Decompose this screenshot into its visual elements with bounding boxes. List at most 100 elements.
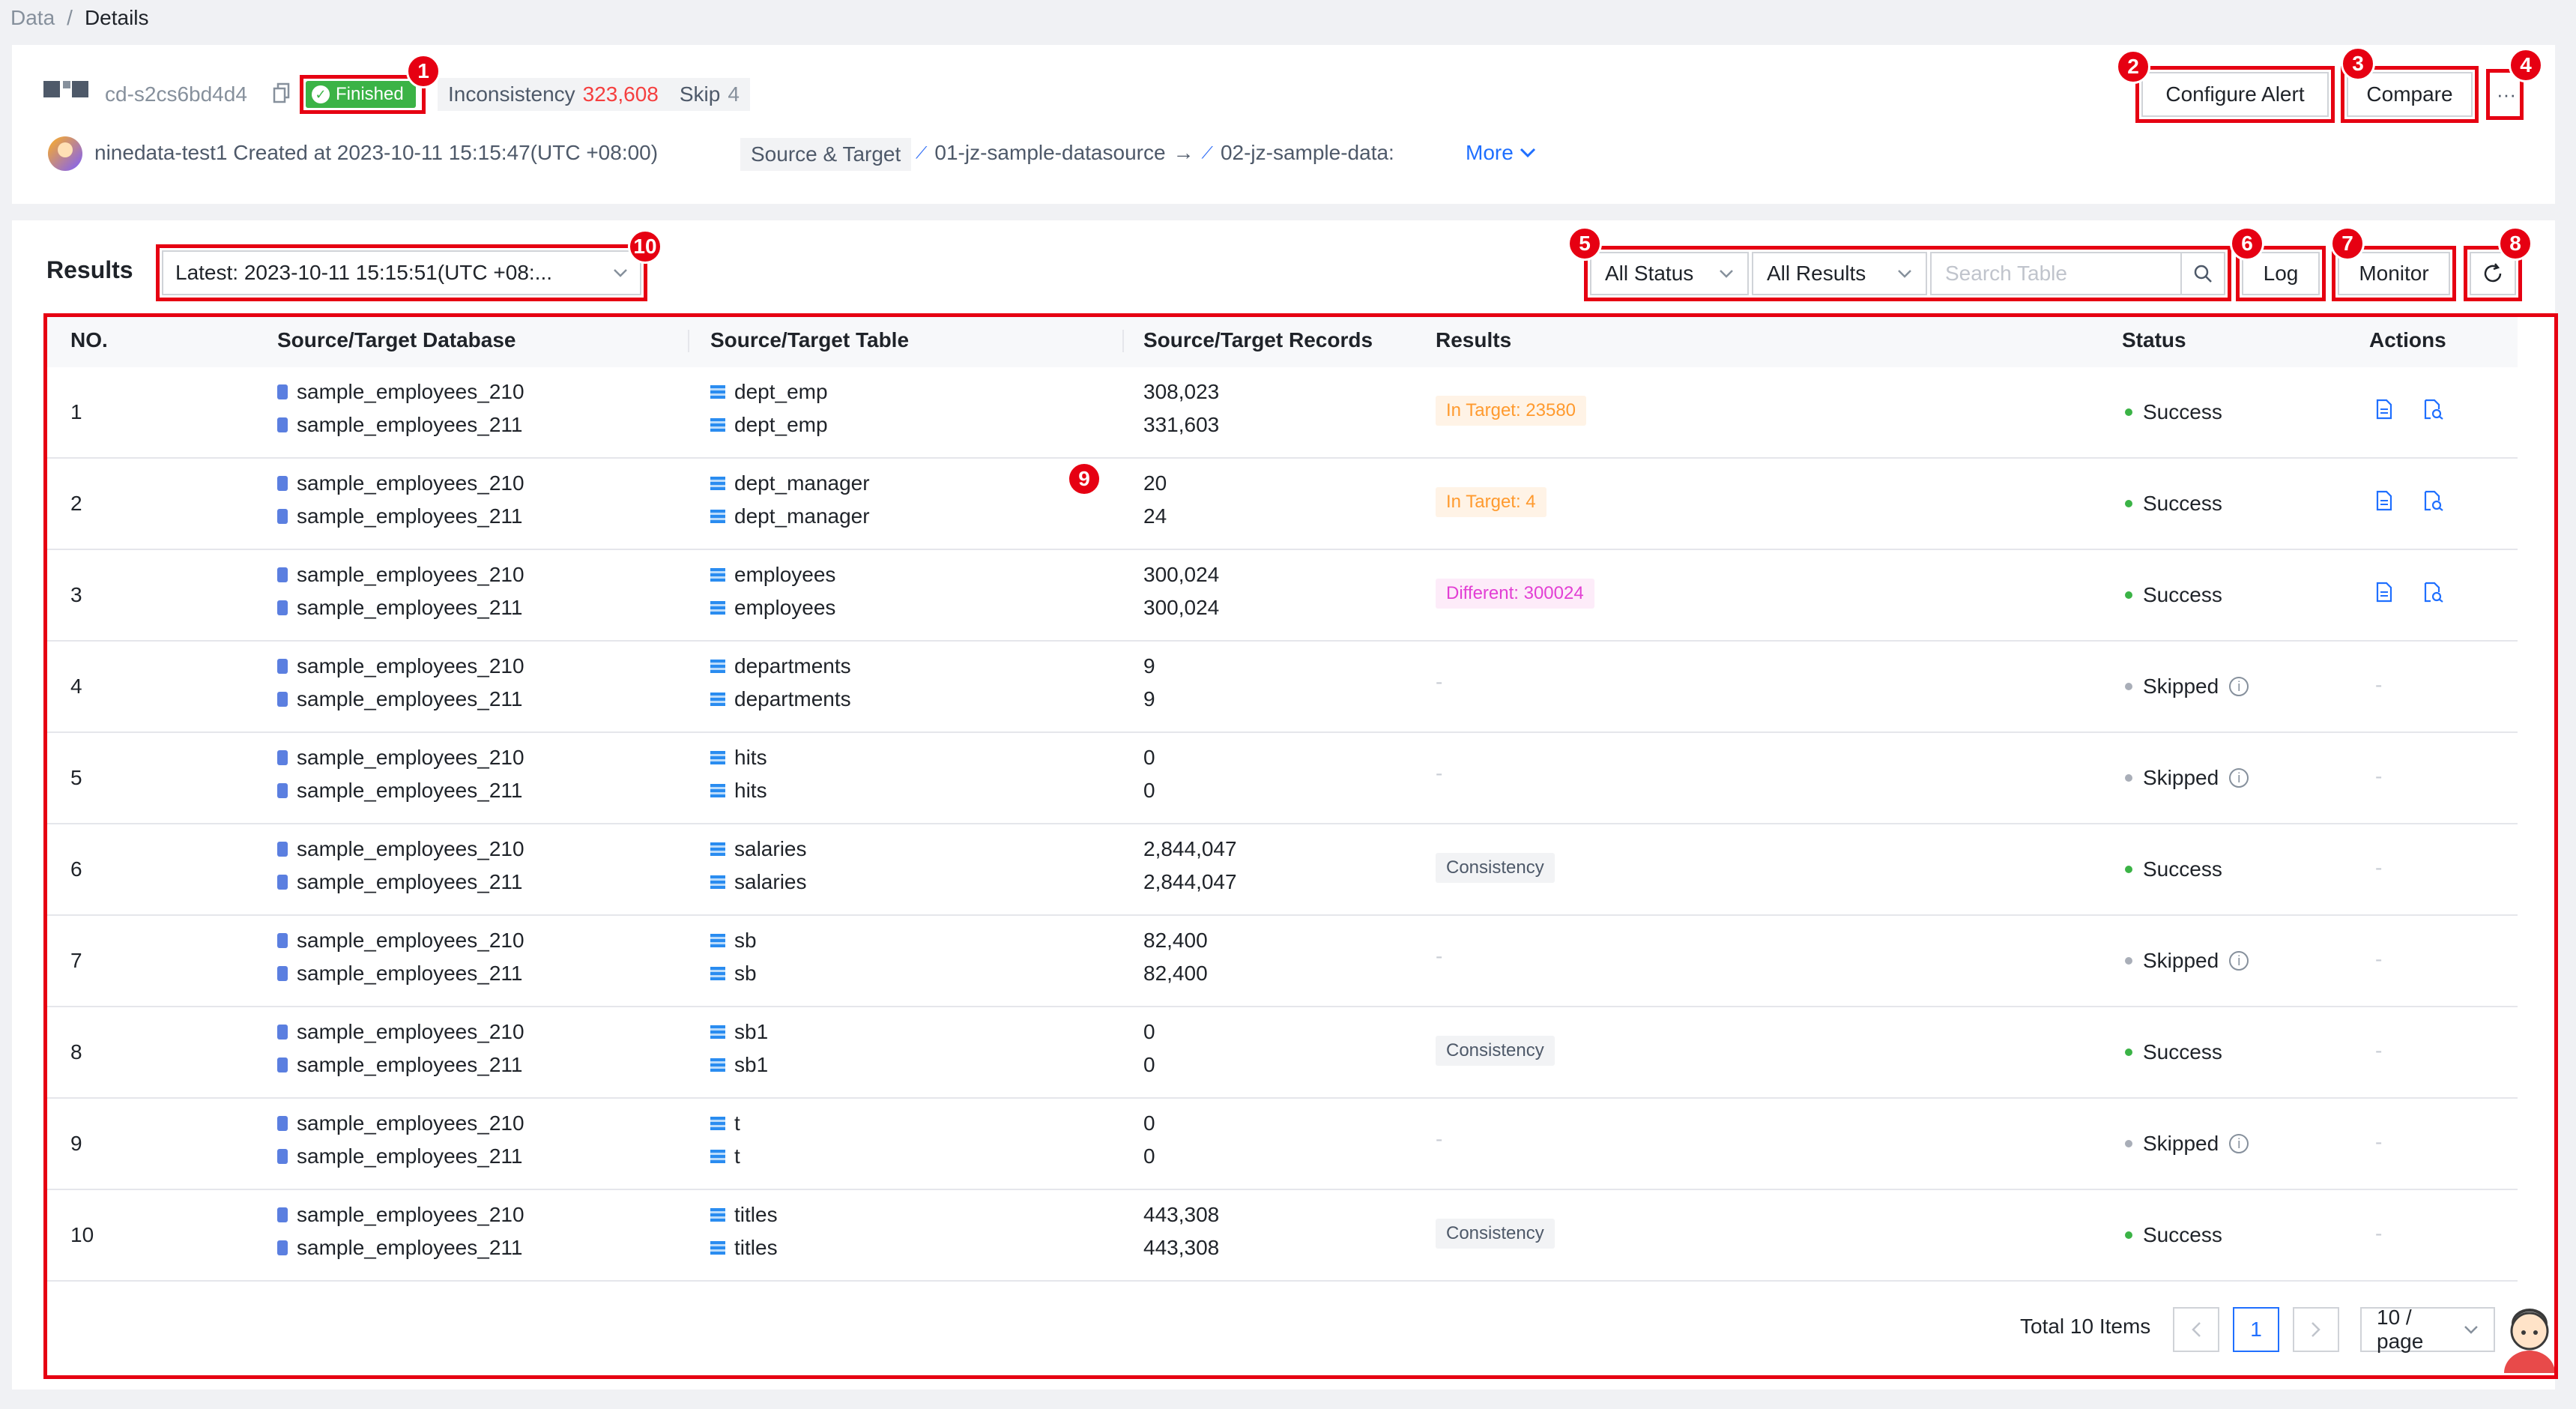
datasource-icon: ⟋ (916, 143, 928, 162)
col-results: Results (1436, 328, 1512, 352)
info-icon[interactable]: i (2229, 951, 2249, 971)
status-filter-select[interactable]: All Status (1590, 252, 1749, 295)
table-row: 3 sample_employees_210 sample_employees_21… (45, 550, 2518, 642)
source-target-label: Source & Target (740, 138, 912, 171)
source-records: 0 (1143, 1111, 1155, 1135)
status-badge: ✓ Finished (306, 81, 416, 108)
view-details-icon[interactable] (2375, 399, 2393, 420)
annotation-marker-3: 3 (2341, 46, 2375, 81)
row-no: 10 (70, 1223, 94, 1246)
source-table: departments (734, 654, 851, 678)
breadcrumb-root[interactable]: Data (10, 6, 55, 30)
row-actions (2375, 490, 2443, 511)
result-version-select[interactable]: Latest: 2023-10-11 15:15:51(UTC +08:... (162, 250, 641, 295)
chevron-down-icon (614, 269, 627, 277)
source-database: sample_employees_210 (297, 563, 524, 586)
info-icon[interactable]: i (2229, 1134, 2249, 1153)
status-dot (2125, 774, 2132, 782)
target-database: sample_employees_211 (297, 779, 523, 802)
table-icon (710, 1058, 725, 1072)
row-status: Success (2143, 1223, 2222, 1246)
source-records: 0 (1143, 1020, 1155, 1043)
info-icon[interactable]: i (2229, 768, 2249, 788)
row-actions (2375, 582, 2443, 603)
source-database: sample_employees_210 (297, 471, 524, 495)
view-details-icon[interactable] (2375, 582, 2393, 603)
copy-icon[interactable] (273, 82, 291, 103)
source-table: t (734, 1111, 740, 1135)
status-dot (2125, 1049, 2132, 1056)
page-size-select[interactable]: 10 / page (2360, 1306, 2495, 1353)
source-records: 443,308 (1143, 1203, 1220, 1226)
row-tables: tt (710, 1111, 740, 1168)
col-no: NO. (70, 328, 108, 352)
sql-repair-icon[interactable] (2423, 399, 2443, 420)
row-status-cell: Skipped i (2125, 766, 2249, 790)
row-status: Success (2143, 857, 2222, 881)
database-icon (277, 1149, 288, 1164)
row-result: - (1436, 1127, 1442, 1151)
target-database: sample_employees_211 (297, 962, 523, 985)
chevron-right-icon (2312, 1322, 2320, 1337)
database-icon (277, 750, 288, 765)
source-table: salaries (734, 837, 807, 860)
results-filter-select[interactable]: All Results (1752, 252, 1927, 295)
more-link[interactable]: More (1466, 141, 1536, 165)
table-icon (710, 1208, 725, 1222)
table-row: 10 sample_employees_210 sample_employees_2… (45, 1190, 2518, 1282)
table-icon (710, 1150, 725, 1163)
row-tables: hits hits (710, 746, 767, 802)
source-datasource[interactable]: 01-jz-sample-datasource (934, 141, 1165, 165)
row-result: - (1436, 670, 1442, 694)
breadcrumb-separator: / (67, 6, 73, 29)
row-databases: sample_employees_210 sample_employees_211 (277, 471, 524, 528)
row-tables: employees employees (710, 563, 835, 619)
table-icon (710, 784, 725, 797)
source-records: 2,844,047 (1143, 837, 1237, 860)
target-table: hits (734, 779, 767, 802)
target-database: sample_employees_211 (297, 687, 523, 710)
actions-empty: - (2375, 673, 2383, 696)
search-table-input[interactable]: Search Table (1930, 252, 2225, 295)
view-details-icon[interactable] (2375, 490, 2393, 511)
row-no: 6 (70, 857, 82, 881)
source-records: 308,023 (1143, 380, 1220, 403)
pagination-total: Total 10 Items (2020, 1315, 2151, 1338)
row-tables: salaries salaries (710, 837, 807, 893)
table-icon (710, 842, 725, 856)
info-icon[interactable]: i (2229, 677, 2249, 696)
database-icon (277, 783, 288, 798)
page-button-current[interactable]: 1 (2233, 1307, 2279, 1352)
chevron-down-icon (1898, 270, 1911, 278)
sql-repair-icon[interactable] (2423, 582, 2443, 603)
row-status: Success (2143, 1040, 2222, 1063)
row-no: 9 (70, 1132, 82, 1155)
row-no: 4 (70, 675, 82, 698)
next-page-button[interactable] (2293, 1307, 2339, 1352)
source-table: dept_manager (734, 471, 870, 495)
chevron-left-icon (2192, 1322, 2201, 1337)
target-datasource[interactable]: 02-jz-sample-data: (1221, 141, 1394, 165)
configure-alert-button[interactable]: Configure Alert (2141, 72, 2329, 117)
table-icon (710, 418, 725, 432)
row-tables: sb1 sb1 (710, 1020, 768, 1076)
row-actions: - (2375, 673, 2382, 697)
support-assistant-icon[interactable] (2498, 1304, 2561, 1373)
sql-repair-icon[interactable] (2423, 490, 2443, 511)
row-status-cell: Success (2125, 857, 2222, 881)
prev-page-button[interactable] (2173, 1307, 2219, 1352)
col-records: Source/Target Records (1143, 328, 1373, 352)
table-row: 9 sample_employees_210 sample_employees_21… (45, 1099, 2518, 1190)
source-database: sample_employees_210 (297, 1111, 524, 1135)
target-table: dept_manager (734, 504, 870, 528)
row-databases: sample_employees_210 sample_employees_211 (277, 746, 524, 802)
actions-empty: - (2375, 1039, 2383, 1062)
source-records: 20 (1143, 471, 1167, 495)
database-icon (277, 417, 288, 432)
row-status: Success (2143, 583, 2222, 606)
actions-empty: - (2375, 947, 2383, 971)
arrow-right-icon: → (1173, 141, 1194, 164)
row-status: Skipped (2143, 949, 2219, 972)
search-icon[interactable] (2180, 253, 2224, 295)
status-dot (2125, 1231, 2132, 1239)
